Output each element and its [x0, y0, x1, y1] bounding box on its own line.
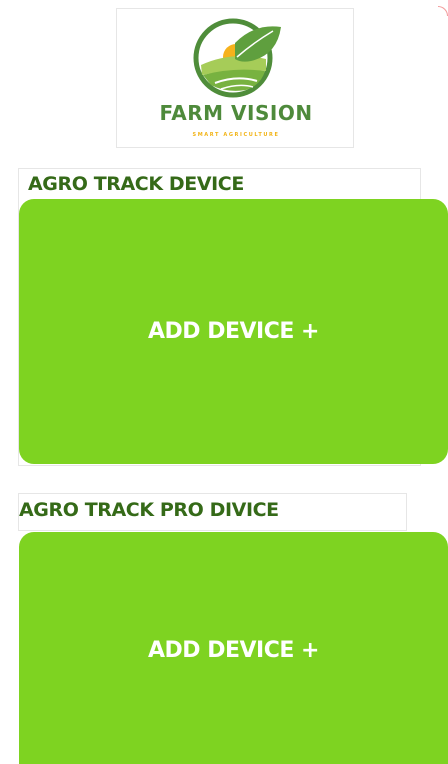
section-title-agro-track: AGRO TRACK DEVICE [28, 173, 244, 195]
corner-accent [438, 6, 448, 16]
add-device-button-agro-track-pro[interactable]: ADD DEVICE + [19, 532, 448, 764]
add-device-button-agro-track[interactable]: ADD DEVICE + [19, 199, 448, 464]
brand-tagline: SMART AGRICULTURE [192, 132, 280, 138]
brand-logo-card: FARM VISION SMART AGRICULTURE [116, 8, 354, 148]
add-device-label: ADD DEVICE + [148, 319, 319, 344]
brand-name: FARM VISION [159, 101, 313, 125]
add-device-label: ADD DEVICE + [148, 637, 319, 663]
device-screen: FARM VISION SMART AGRICULTURE AGRO TRACK… [0, 0, 448, 764]
section-title-agro-track-pro: AGRO TRACK PRO DIVICE [19, 499, 279, 521]
leaf-sunrise-field-icon [193, 18, 281, 98]
